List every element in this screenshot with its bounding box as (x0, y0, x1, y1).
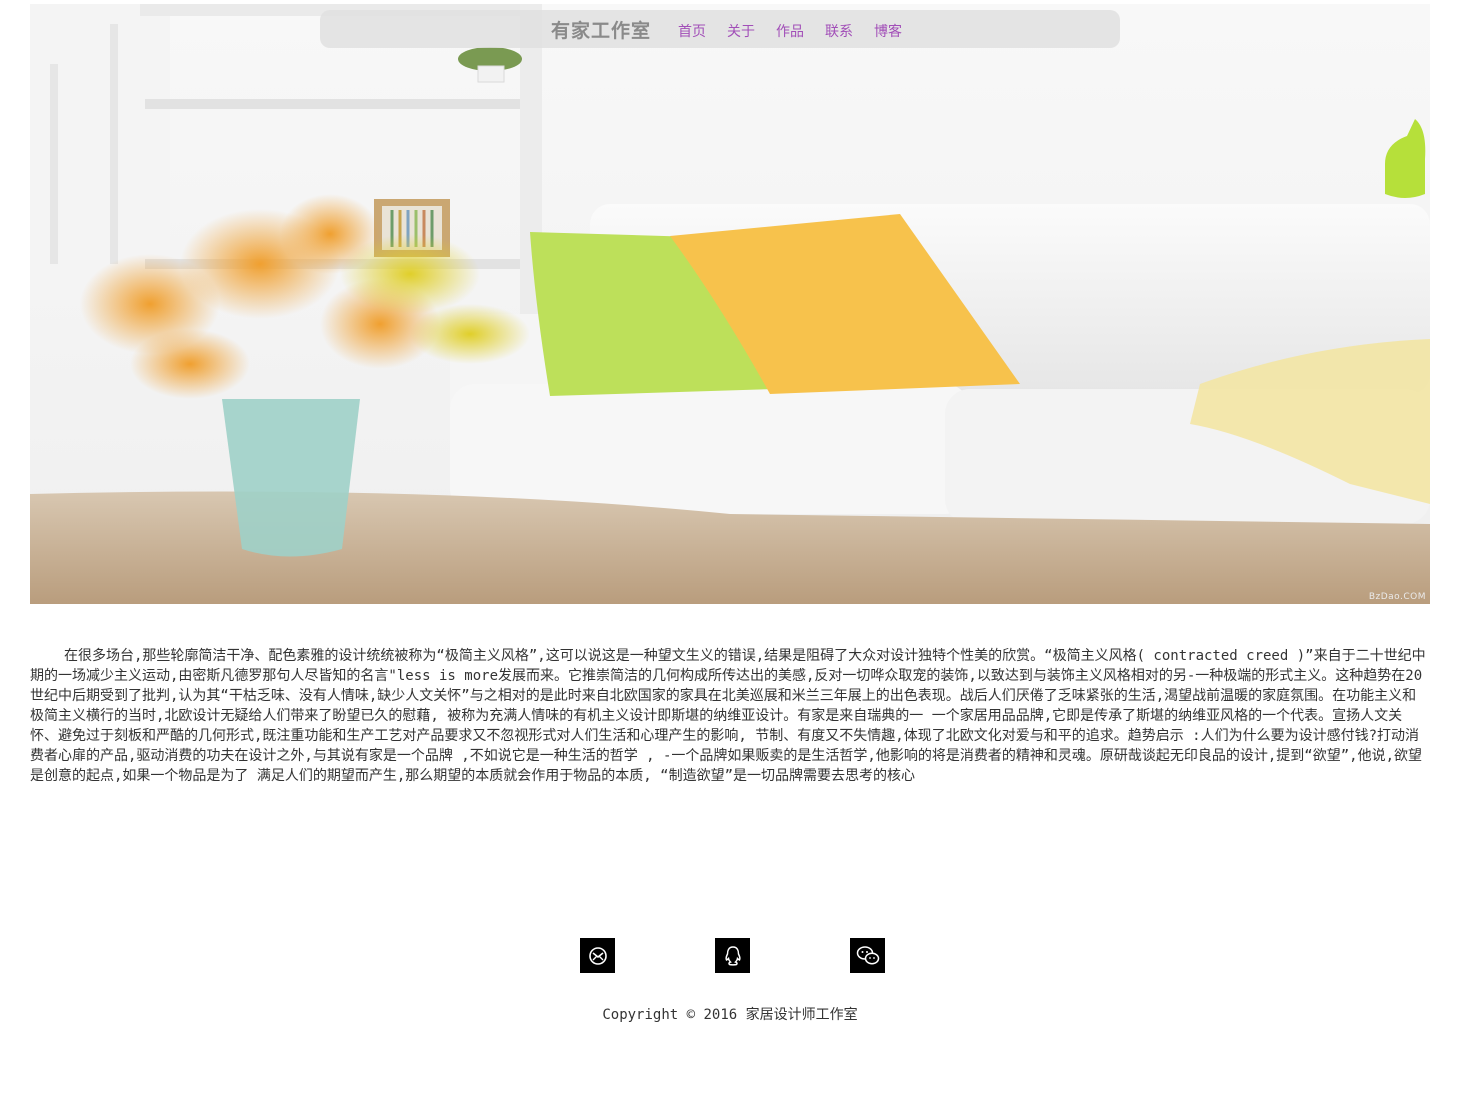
nav-link-blog[interactable]: 博客 (874, 21, 902, 41)
article-paragraph: 在很多场台,那些轮廓简洁干净、配色素雅的设计统统被称为“极简主义风格”,这可以说… (30, 648, 1426, 784)
site-brand[interactable]: 有家工作室 (551, 16, 651, 43)
qq-icon[interactable] (715, 938, 750, 973)
social-icons (580, 938, 885, 973)
nav-link-works[interactable]: 作品 (776, 21, 804, 41)
email-icon[interactable] (580, 938, 615, 973)
hero-illustration (30, 4, 1430, 604)
copyright-text: Copyright © 2016 家居设计师工作室 (602, 1007, 858, 1023)
top-navbar: 有家工作室 首页 关于 作品 联系 博客 (320, 10, 1120, 48)
nav-link-about[interactable]: 关于 (727, 21, 755, 41)
nav-link-contact[interactable]: 联系 (825, 21, 853, 41)
nav-links: 首页 关于 作品 联系 博客 (678, 21, 923, 41)
nav-link-home[interactable]: 首页 (678, 21, 706, 41)
hero-image: BzDao.COM (30, 4, 1430, 604)
wechat-icon[interactable] (850, 938, 885, 973)
hero-watermark: BzDao.COM (1368, 592, 1426, 602)
